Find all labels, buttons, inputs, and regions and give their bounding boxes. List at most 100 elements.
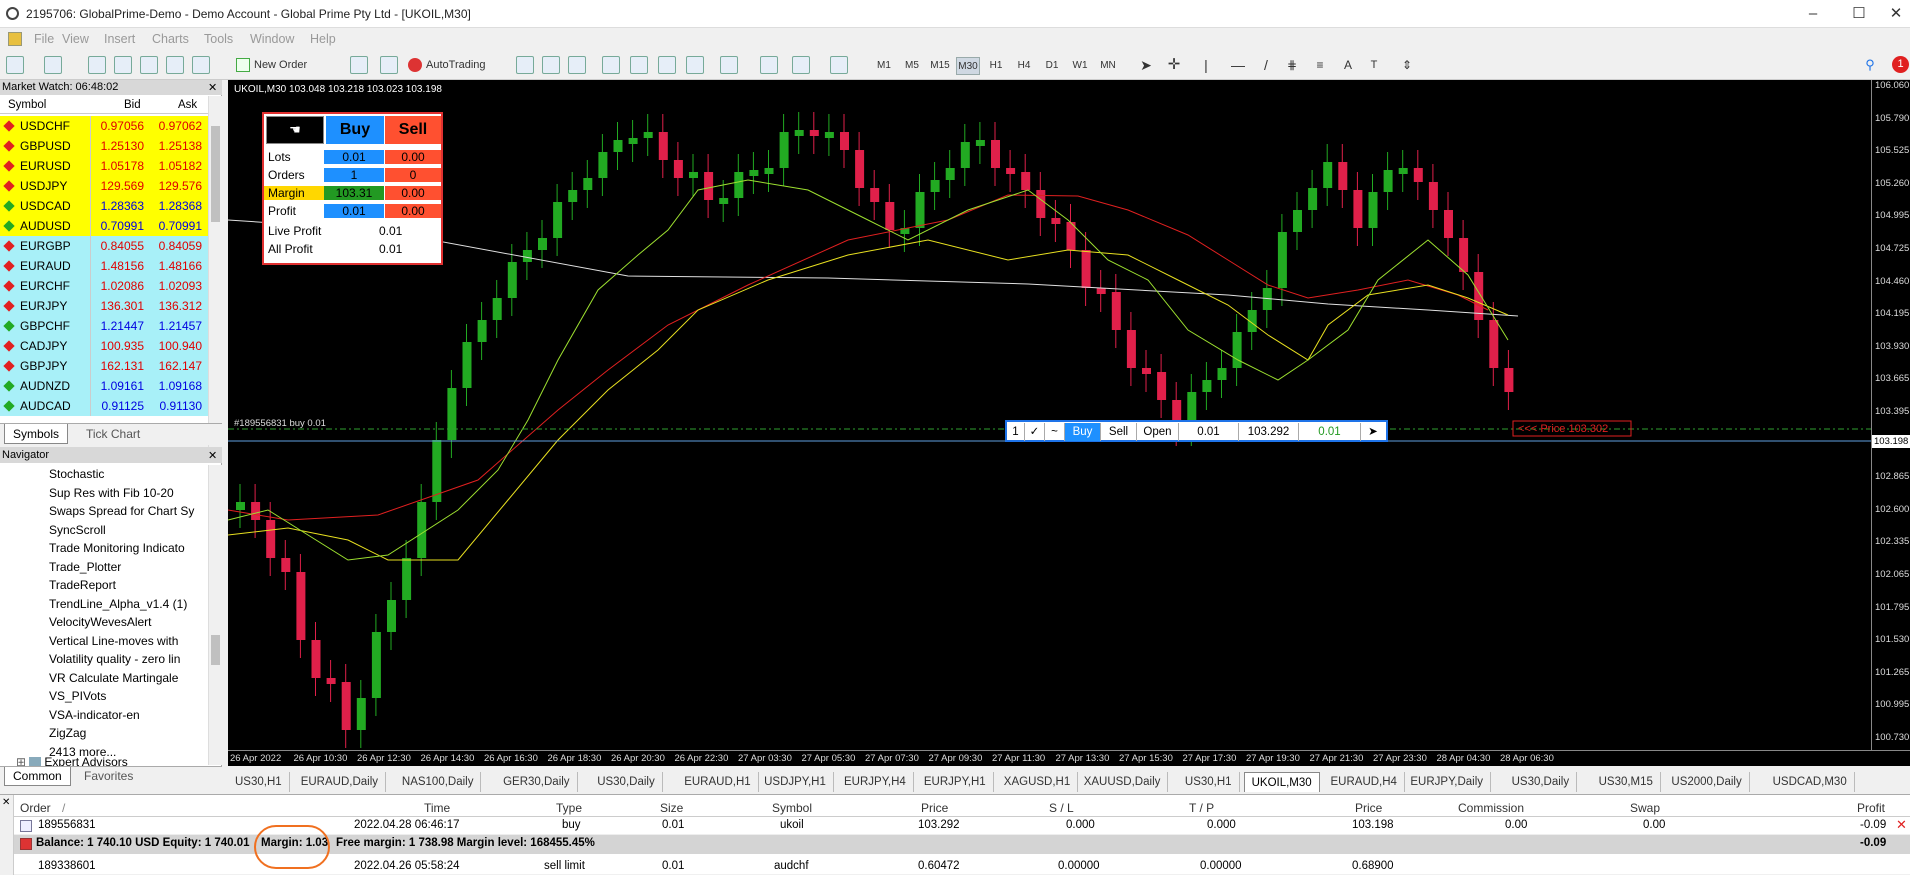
list-item[interactable]: AUDCAD 0.91125 0.91130 <box>0 396 210 416</box>
trendline-icon[interactable]: / <box>1258 55 1274 75</box>
tree-item[interactable]: VelocityWevesAlert <box>49 613 204 631</box>
notification-icon[interactable]: 1 <box>1892 56 1909 73</box>
panel-sell-button[interactable]: Sell <box>385 116 441 144</box>
zoom-in-icon[interactable] <box>602 56 620 74</box>
list-item[interactable]: GBPCHF 1.21447 1.21457 <box>0 316 210 336</box>
col-symbol[interactable]: Symbol <box>8 96 46 114</box>
chart-tab[interactable]: GER30,Daily <box>496 772 578 792</box>
chart-tab[interactable]: US2000,Daily <box>1664 772 1750 792</box>
chart-tab[interactable]: USDCAD,M30 <box>1766 772 1855 792</box>
chart-tab[interactable]: NAS100,Daily <box>395 772 482 792</box>
col-bid[interactable]: Bid <box>124 96 141 114</box>
col-tp[interactable]: T / P <box>1189 801 1214 815</box>
hand-icon[interactable]: ☚ <box>266 116 324 144</box>
close-position-icon[interactable]: ➤ <box>1361 423 1385 441</box>
market-watch-icon[interactable] <box>88 56 106 74</box>
cursor-icon[interactable]: ➤ <box>1138 55 1154 75</box>
bar-buy-button[interactable]: Buy <box>1065 423 1101 441</box>
chart-tab[interactable]: USDJPY,H1 <box>757 772 834 792</box>
tree-item[interactable]: VR Calculate Martingale <box>49 669 204 687</box>
tree-item[interactable]: VS_PIVots <box>49 687 204 705</box>
vertical-line-icon[interactable]: | <box>1200 55 1212 75</box>
chart-tab[interactable]: XAUUSD,Daily <box>1077 772 1169 792</box>
tree-item[interactable]: VSA-indicator-en <box>49 706 204 724</box>
col-time[interactable]: Time <box>424 801 450 815</box>
col-ask[interactable]: Ask <box>178 96 197 114</box>
col-price2[interactable]: Price <box>1355 801 1382 815</box>
list-item[interactable]: EURJPY 136.301 136.312 <box>0 296 210 316</box>
close-button[interactable]: ✕ <box>1882 2 1910 26</box>
indicators-icon[interactable] <box>760 56 778 74</box>
col-type[interactable]: Type <box>556 801 582 815</box>
chart-tab[interactable]: EURAUD,H4 <box>1324 772 1405 792</box>
list-item[interactable]: USDJPY 129.569 129.576 <box>0 176 210 196</box>
data-window-icon[interactable] <box>114 56 132 74</box>
auto-scroll-icon[interactable] <box>720 56 738 74</box>
menu-view[interactable]: View <box>62 32 89 46</box>
tf-m15[interactable]: M15 <box>928 57 952 75</box>
chart-tab[interactable]: US30,Daily <box>590 772 663 792</box>
list-item[interactable]: EURAUD 1.48156 1.48166 <box>0 256 210 276</box>
menu-tools[interactable]: Tools <box>204 32 233 46</box>
tree-item[interactable]: ZigZag <box>49 724 204 742</box>
tab-common[interactable]: Common <box>4 767 71 786</box>
list-item[interactable]: USDCHF 0.97056 0.97062 <box>0 116 210 136</box>
tree-item[interactable]: TrendLine_Alpha_v1.4 (1) <box>49 595 204 613</box>
panel-buy-button[interactable]: Buy <box>326 116 384 144</box>
navigator-icon[interactable] <box>140 56 158 74</box>
bar-chart-icon[interactable] <box>516 56 534 74</box>
tf-h1[interactable]: H1 <box>984 57 1008 75</box>
tree-item[interactable]: Swaps Spread for Chart Sy <box>49 502 204 520</box>
menu-help[interactable]: Help <box>310 32 336 46</box>
terminal-icon[interactable] <box>166 56 184 74</box>
tree-item[interactable]: Vertical Line-moves with <box>49 632 204 650</box>
close-icon[interactable]: ✕ <box>208 449 217 462</box>
list-item[interactable]: EURUSD 1.05178 1.05182 <box>0 156 210 176</box>
tf-m30[interactable]: M30 <box>956 57 980 75</box>
scrollbar[interactable] <box>208 465 222 765</box>
line-chart-icon[interactable] <box>568 56 586 74</box>
list-item[interactable]: CADJPY 100.935 100.940 <box>0 336 210 356</box>
channel-icon[interactable]: ⋕ <box>1284 55 1300 75</box>
list-item[interactable]: GBPUSD 1.25130 1.25138 <box>0 136 210 156</box>
time-axis[interactable]: 26 Apr 2022 26 Apr 10:30 26 Apr 12:30 26 Ap… <box>228 750 1910 766</box>
new-order-button[interactable]: New Order <box>236 55 316 75</box>
chart-tab[interactable]: EURJPY,Daily <box>1403 772 1492 792</box>
menu-charts[interactable]: Charts <box>152 32 189 46</box>
crosshair-icon[interactable]: ✛ <box>1166 55 1182 75</box>
qty-field[interactable]: 1 <box>1007 423 1025 441</box>
chart-tab[interactable]: EURJPY,H1 <box>917 772 994 792</box>
maximize-button[interactable]: ☐ <box>1836 2 1882 26</box>
col-commission[interactable]: Commission <box>1458 801 1524 815</box>
chart-tab[interactable]: US30,Daily <box>1505 772 1578 792</box>
close-icon[interactable]: ✕ <box>208 81 217 94</box>
signals-icon[interactable] <box>380 56 398 74</box>
chart-shift-icon[interactable] <box>686 56 704 74</box>
metaeditor-icon[interactable] <box>350 56 368 74</box>
fibonacci-icon[interactable]: ≡ <box>1312 55 1328 75</box>
list-item[interactable]: EURGBP 0.84055 0.84059 <box>0 236 210 256</box>
minimize-button[interactable]: – <box>1790 2 1836 26</box>
list-item[interactable]: GBPJPY 162.131 162.147 <box>0 356 210 376</box>
tf-mn[interactable]: MN <box>1096 57 1120 75</box>
tree-item[interactable]: SyncScroll <box>49 521 204 539</box>
menu-window[interactable]: Window <box>250 32 294 46</box>
tab-tick-chart[interactable]: Tick Chart <box>78 424 148 444</box>
chart-tab[interactable]: XAGUSD,H1 <box>997 772 1079 792</box>
tree-item[interactable]: Sup Res with Fib 10-20 <box>49 484 204 502</box>
list-item[interactable]: AUDUSD 0.70991 0.70991 <box>0 216 210 236</box>
col-sl[interactable]: S / L <box>1049 801 1074 815</box>
tree-item[interactable]: Trade Monitoring Indicato <box>49 539 204 557</box>
tf-h4[interactable]: H4 <box>1012 57 1036 75</box>
menu-insert[interactable]: Insert <box>104 32 135 46</box>
chart-tab[interactable]: UKOIL,M30 <box>1243 772 1320 792</box>
tab-favorites[interactable]: Favorites <box>76 767 141 786</box>
col-swap[interactable]: Swap <box>1630 801 1660 815</box>
bar-sell-button[interactable]: Sell <box>1101 423 1137 441</box>
autotrading-button[interactable]: AutoTrading <box>408 55 498 75</box>
periods-icon[interactable] <box>792 56 810 74</box>
tree-item[interactable]: Volatility quality - zero lin <box>49 650 204 668</box>
arrows-icon[interactable]: ⇕ <box>1396 55 1418 75</box>
list-item[interactable]: USDCAD 1.28363 1.28368 <box>0 196 210 216</box>
col-price[interactable]: Price <box>921 801 948 815</box>
